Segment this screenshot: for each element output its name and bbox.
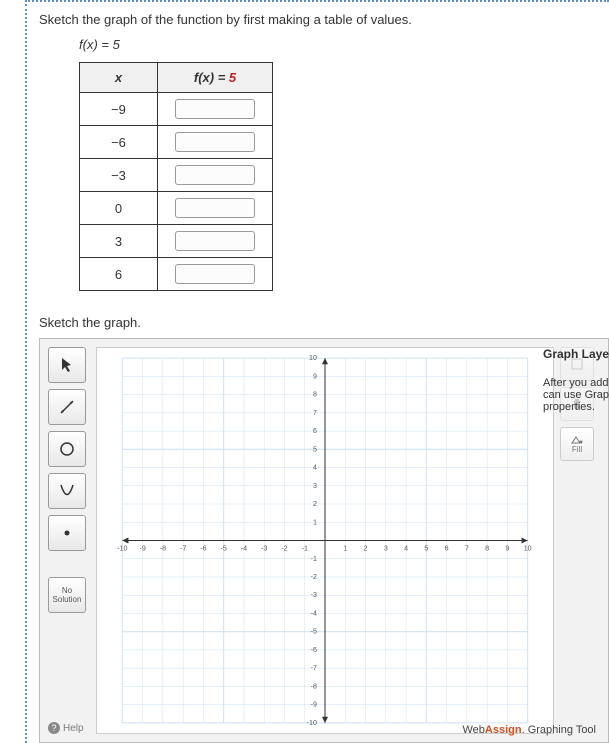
layers-line3: properties.: [543, 401, 609, 413]
instructions-text: Sketch the graph of the function by firs…: [39, 12, 609, 27]
layers-line1: After you add a: [543, 377, 609, 389]
header-fx-value: 5: [229, 70, 236, 85]
svg-text:4: 4: [404, 545, 408, 553]
svg-text:-1: -1: [311, 555, 317, 563]
cell-x: 3: [80, 225, 158, 258]
svg-text:8: 8: [485, 545, 489, 553]
cell-x: −3: [80, 159, 158, 192]
fill-button[interactable]: Fill: [560, 427, 594, 461]
svg-text:-9: -9: [139, 545, 145, 553]
svg-text:-6: -6: [200, 545, 206, 553]
header-fx-label: f(x) =: [194, 70, 229, 85]
no-solution-button[interactable]: NoSolution: [48, 577, 86, 613]
svg-text:6: 6: [313, 427, 317, 435]
fn-rhs: 5: [113, 37, 120, 52]
cell-x: −6: [80, 126, 158, 159]
svg-text:-5: -5: [221, 545, 227, 553]
table-row: 6: [80, 258, 273, 291]
table-row: 0: [80, 192, 273, 225]
svg-text:7: 7: [465, 545, 469, 553]
svg-text:-5: -5: [311, 628, 317, 636]
answer-input-5[interactable]: [175, 264, 255, 284]
cell-x: 0: [80, 192, 158, 225]
cell-x: 6: [80, 258, 158, 291]
svg-text:2: 2: [313, 500, 317, 508]
help-label: Help: [63, 723, 84, 734]
layers-heading: Graph Layers: [543, 347, 609, 361]
answer-input-4[interactable]: [175, 231, 255, 251]
svg-text:-9: -9: [311, 701, 317, 709]
svg-text:5: 5: [313, 445, 317, 453]
answer-input-2[interactable]: [175, 165, 255, 185]
table-row: −9: [80, 93, 273, 126]
sketch-label: Sketch the graph.: [39, 315, 609, 330]
fill-icon: [570, 435, 584, 445]
graphing-tool: NoSolution {} -10-9-8-7-6-5-4-3-2-112345…: [39, 338, 609, 743]
answer-input-0[interactable]: [175, 99, 255, 119]
circle-tool[interactable]: [48, 431, 86, 467]
graph-layers-panel: Graph Layers After you add a can use Gra…: [543, 347, 609, 413]
help-button[interactable]: Help: [48, 722, 84, 734]
svg-text:-8: -8: [160, 545, 166, 553]
pointer-tool[interactable]: [48, 347, 86, 383]
table-row: 3: [80, 225, 273, 258]
svg-text:3: 3: [384, 545, 388, 553]
point-tool[interactable]: [48, 515, 86, 551]
svg-text:-7: -7: [180, 545, 186, 553]
svg-text:1: 1: [343, 545, 347, 553]
svg-text:2: 2: [364, 545, 368, 553]
point-icon: [61, 527, 73, 539]
fn-lhs: f(x): [79, 37, 98, 52]
svg-text:-4: -4: [311, 609, 317, 617]
coordinate-grid: {} -10-9-8-7-6-5-4-3-2-112345678910-10-9…: [97, 348, 553, 733]
line-tool[interactable]: [48, 389, 86, 425]
svg-text:10: 10: [309, 354, 317, 362]
svg-text:9: 9: [313, 372, 317, 380]
header-fx: f(x) = 5: [158, 63, 273, 93]
svg-text:-10: -10: [307, 719, 317, 727]
circle-icon: [58, 440, 76, 458]
parabola-icon: [58, 482, 76, 500]
svg-text:1: 1: [313, 518, 317, 526]
svg-text:-7: -7: [311, 664, 317, 672]
svg-text:-6: -6: [311, 646, 317, 654]
svg-text:8: 8: [313, 391, 317, 399]
svg-text:9: 9: [505, 545, 509, 553]
cell-x: −9: [80, 93, 158, 126]
answer-input-3[interactable]: [175, 198, 255, 218]
parabola-tool[interactable]: [48, 473, 86, 509]
tool-column: NoSolution: [48, 347, 90, 734]
svg-text:10: 10: [524, 545, 532, 553]
svg-text:5: 5: [424, 545, 428, 553]
layers-line2: can use Graph: [543, 389, 609, 401]
svg-text:-3: -3: [311, 591, 317, 599]
fill-label: Fill: [572, 445, 582, 454]
header-x: x: [80, 63, 158, 93]
svg-text:-3: -3: [261, 545, 267, 553]
values-table: x f(x) = 5 −9 −6 −3 0 3 6: [79, 62, 273, 291]
svg-text:-2: -2: [281, 545, 287, 553]
svg-text:3: 3: [313, 482, 317, 490]
svg-text:6: 6: [445, 545, 449, 553]
table-row: −3: [80, 159, 273, 192]
line-icon: [58, 398, 76, 416]
svg-text:-10: -10: [117, 545, 127, 553]
table-row: −6: [80, 126, 273, 159]
answer-input-1[interactable]: [175, 132, 255, 152]
pointer-icon: [59, 357, 75, 373]
graph-canvas[interactable]: {} -10-9-8-7-6-5-4-3-2-112345678910-10-9…: [96, 347, 554, 734]
svg-text:-1: -1: [302, 545, 308, 553]
footer-brand: WebAssign. Graphing Tool: [462, 724, 596, 736]
svg-text:4: 4: [313, 464, 317, 472]
function-definition: f(x) = 5: [79, 37, 609, 52]
svg-text:-4: -4: [241, 545, 247, 553]
svg-text:-8: -8: [311, 682, 317, 690]
svg-text:-2: -2: [311, 573, 317, 581]
svg-text:7: 7: [313, 409, 317, 417]
